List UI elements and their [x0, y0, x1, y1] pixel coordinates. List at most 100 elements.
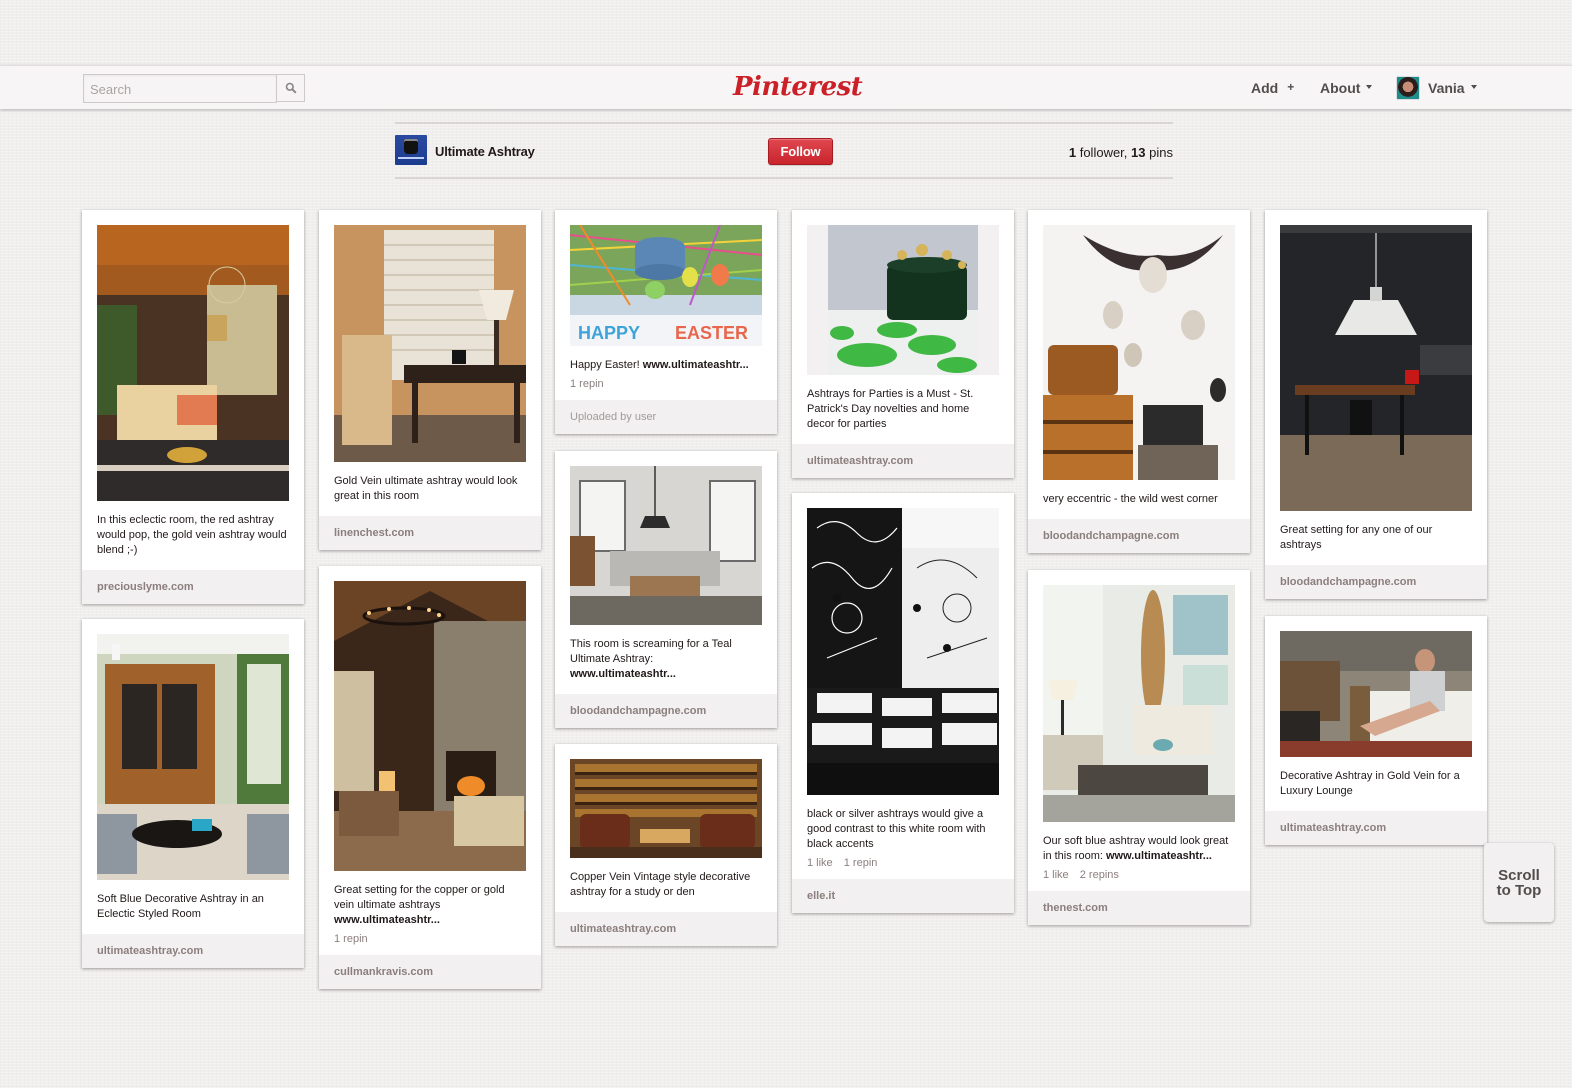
pin-stats: 1 repin [334, 933, 526, 945]
pin-card[interactable]: Great setting for any one of our ashtray… [1265, 210, 1487, 599]
like-count[interactable]: 1 like [807, 857, 833, 869]
pin-image[interactable] [97, 634, 289, 880]
pin-description: Decorative Ashtray in Gold Vein for a Lu… [1280, 769, 1472, 799]
pin-link[interactable]: www.ultimateashtr... [643, 359, 749, 371]
user-name: Vania [1428, 80, 1465, 96]
pin-card[interactable]: Great setting for the copper or gold vei… [319, 566, 541, 989]
pin-description-text: Gold Vein ultimate ashtray would look gr… [334, 475, 518, 502]
pins-label: pins [1149, 145, 1173, 160]
pin-description: This room is screaming for a Teal Ultima… [570, 637, 762, 682]
pin-source[interactable]: bloodandchampagne.com [1028, 519, 1250, 553]
search-icon [285, 82, 297, 94]
pin-source[interactable]: cullmankravis.com [319, 955, 541, 989]
scroll-to-top-line2: to Top [1496, 881, 1542, 899]
top-nav-bar: Pinterest Add + About Vania [0, 65, 1572, 109]
pin-description: Great setting for any one of our ashtray… [1280, 523, 1472, 553]
pin-card[interactable]: Decorative Ashtray in Gold Vein for a Lu… [1265, 616, 1487, 845]
pin-card[interactable]: In this eclectic room, the red ashtray w… [82, 210, 304, 604]
pin-link[interactable]: www.ultimateashtr... [1106, 850, 1212, 862]
pin-description-text: Ashtrays for Parties is a Must - St. Pat… [807, 388, 974, 430]
follow-button[interactable]: Follow [768, 138, 833, 165]
pin-description-text: Great setting for any one of our ashtray… [1280, 524, 1433, 551]
pin-image[interactable] [334, 225, 526, 462]
pin-image[interactable] [807, 225, 999, 375]
pin-card[interactable]: HAPPY EASTER Happy Easter! www.ultimatea… [555, 210, 777, 434]
board-stats: 1 follower, 13 pins [1069, 145, 1173, 160]
search-input[interactable] [83, 74, 277, 103]
svg-text:EASTER: EASTER [675, 323, 748, 343]
pin-link[interactable]: www.ultimateashtr... [570, 668, 676, 680]
pin-description: Ashtrays for Parties is a Must - St. Pat… [807, 387, 999, 432]
pin-description-text: This room is screaming for a Teal Ultima… [570, 638, 732, 665]
pin-description-text: Happy Easter! [570, 359, 640, 371]
pin-description: Gold Vein ultimate ashtray would look gr… [334, 474, 526, 504]
pin-image[interactable] [1280, 225, 1472, 511]
about-menu[interactable]: About [1320, 66, 1373, 110]
pin-source: Uploaded by user [555, 400, 777, 434]
repin-count[interactable]: 1 repin [844, 857, 878, 869]
pin-card[interactable]: black or silver ashtrays would give a go… [792, 493, 1014, 913]
pin-source[interactable]: elle.it [792, 879, 1014, 913]
board-owner-avatar[interactable] [395, 135, 427, 165]
plus-icon: + [1287, 79, 1295, 94]
pin-source[interactable]: ultimateashtray.com [555, 912, 777, 946]
pin-description-text: Soft Blue Decorative Ashtray in an Eclec… [97, 893, 264, 920]
board-owner-name[interactable]: Ultimate Ashtray [435, 144, 535, 159]
pin-card[interactable]: Copper Vein Vintage style decorative ash… [555, 744, 777, 946]
pin-source[interactable]: linenchest.com [319, 516, 541, 550]
pin-image[interactable] [334, 581, 526, 871]
pin-description-text: Copper Vein Vintage style decorative ash… [570, 871, 751, 898]
pin-link[interactable]: www.ultimateashtr... [334, 914, 440, 926]
pins-count: 13 [1131, 145, 1146, 160]
pin-description: black or silver ashtrays would give a go… [807, 807, 999, 852]
pin-card[interactable]: Gold Vein ultimate ashtray would look gr… [319, 210, 541, 550]
pin-image[interactable] [807, 508, 999, 795]
user-avatar [1397, 77, 1419, 99]
search-form [83, 74, 305, 103]
pinterest-logo[interactable]: Pinterest [733, 70, 863, 104]
about-label: About [1320, 80, 1361, 96]
caret-down-icon [1470, 85, 1477, 89]
caret-down-icon [1366, 85, 1373, 89]
repin-count[interactable]: 2 repins [1080, 869, 1119, 881]
pin-description: Great setting for the copper or gold vei… [334, 883, 526, 928]
followers-label: follower, [1079, 145, 1128, 160]
pin-source[interactable]: ultimateashtray.com [1265, 811, 1487, 845]
pin-description-text: In this eclectic room, the red ashtray w… [97, 514, 287, 556]
like-count[interactable]: 1 like [1043, 869, 1069, 881]
pin-description: Soft Blue Decorative Ashtray in an Eclec… [97, 892, 289, 922]
pin-source[interactable]: ultimateashtray.com [792, 444, 1014, 478]
pin-description: very eccentric - the wild west corner [1043, 492, 1235, 507]
pin-card[interactable]: Soft Blue Decorative Ashtray in an Eclec… [82, 619, 304, 968]
pin-image[interactable] [1280, 631, 1472, 757]
pin-card[interactable]: This room is screaming for a Teal Ultima… [555, 451, 777, 728]
pin-description-text: Decorative Ashtray in Gold Vein for a Lu… [1280, 770, 1460, 797]
pin-stats: 1 like 2 repins [1043, 869, 1235, 881]
pin-image[interactable] [1043, 225, 1235, 480]
pin-image[interactable] [570, 759, 762, 858]
pin-source[interactable]: thenest.com [1028, 891, 1250, 925]
scroll-to-top-line1: Scroll [1498, 866, 1540, 884]
pin-source[interactable]: bloodandchampagne.com [555, 694, 777, 728]
pin-card[interactable]: very eccentric - the wild west corner bl… [1028, 210, 1250, 553]
pin-image[interactable] [1043, 585, 1235, 822]
pin-stats: 1 repin [570, 378, 762, 390]
repin-count[interactable]: 1 repin [570, 378, 604, 390]
pin-source[interactable]: bloodandchampagne.com [1265, 565, 1487, 599]
repin-count[interactable]: 1 repin [334, 933, 368, 945]
pin-image[interactable]: HAPPY EASTER [570, 225, 762, 346]
scroll-to-top-button[interactable]: Scroll to Top [1484, 843, 1554, 922]
search-button[interactable] [277, 74, 305, 102]
add-menu[interactable]: Add + [1251, 66, 1294, 110]
board-info-bar: Ultimate Ashtray Follow 1 follower, 13 p… [395, 122, 1173, 179]
pin-card[interactable]: Ashtrays for Parties is a Must - St. Pat… [792, 210, 1014, 478]
pin-stats: 1 like 1 repin [807, 857, 999, 869]
user-menu[interactable]: Vania [1397, 66, 1477, 110]
pin-image[interactable] [570, 466, 762, 625]
pin-description: Copper Vein Vintage style decorative ash… [570, 870, 762, 900]
pin-image[interactable] [97, 225, 289, 501]
pin-card[interactable]: Our soft blue ashtray would look great i… [1028, 570, 1250, 925]
pin-description-text: Great setting for the copper or gold vei… [334, 884, 505, 911]
pin-source[interactable]: preciouslyme.com [82, 570, 304, 604]
pin-source[interactable]: ultimateashtray.com [82, 934, 304, 968]
